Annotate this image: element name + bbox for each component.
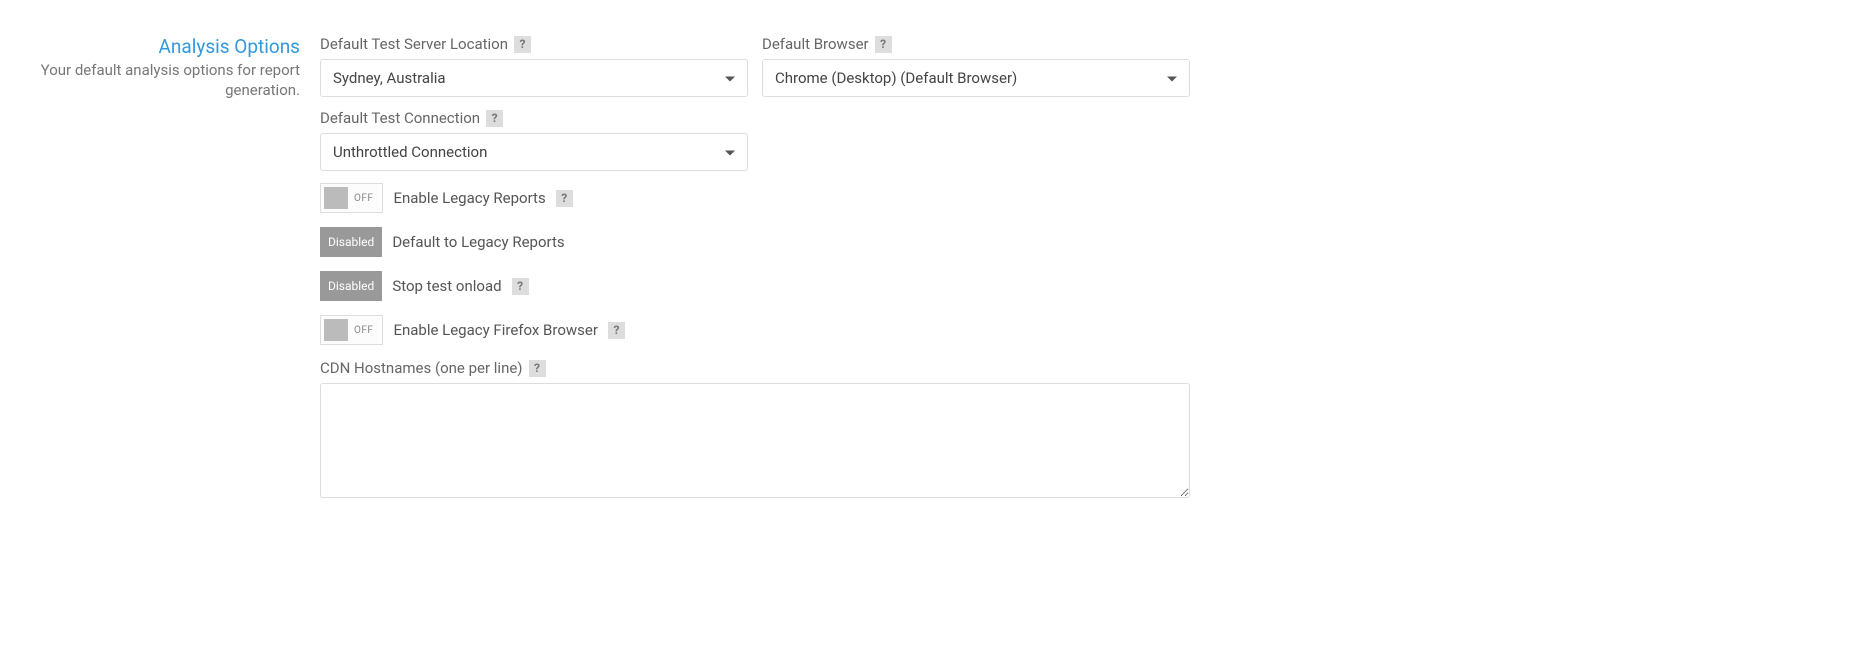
help-icon[interactable]: ? [875,36,892,53]
help-icon[interactable]: ? [486,110,503,127]
cdn-hostnames-label: CDN Hostnames (one per line) [320,359,523,377]
legacy-reports-toggle[interactable]: OFF [320,183,383,213]
connection-select[interactable]: Unthrottled Connection [320,133,748,171]
connection-value: Unthrottled Connection [333,143,487,161]
server-location-label: Default Test Server Location [320,35,508,53]
default-legacy-label: Default to Legacy Reports [392,233,564,251]
toggle-state: Disabled [328,279,374,293]
help-icon[interactable]: ? [512,278,529,295]
server-location-value: Sydney, Australia [333,69,446,87]
toggle-state: OFF [348,325,379,336]
help-icon[interactable]: ? [514,36,531,53]
connection-label: Default Test Connection [320,109,480,127]
legacy-firefox-label: Enable Legacy Firefox Browser [393,321,598,339]
toggle-handle [324,319,348,341]
section-title: Analysis Options [40,35,300,58]
cdn-hostnames-input[interactable] [320,383,1190,498]
help-icon[interactable]: ? [529,360,546,377]
default-legacy-toggle: Disabled [320,227,382,257]
stop-onload-label: Stop test onload [392,277,501,295]
stop-onload-toggle: Disabled [320,271,382,301]
toggle-state: Disabled [328,235,374,249]
section-description: Your default analysis options for report… [40,60,300,101]
help-icon[interactable]: ? [608,322,625,339]
browser-label: Default Browser [762,35,869,53]
toggle-state: OFF [348,193,379,204]
legacy-reports-label: Enable Legacy Reports [393,189,545,207]
help-icon[interactable]: ? [556,190,573,207]
toggle-handle [324,187,348,209]
browser-value: Chrome (Desktop) (Default Browser) [775,69,1017,87]
form-area: Default Test Server Location ? Sydney, A… [320,35,1190,502]
legacy-firefox-toggle[interactable]: OFF [320,315,383,345]
section-sidebar: Analysis Options Your default analysis o… [40,35,300,502]
browser-select[interactable]: Chrome (Desktop) (Default Browser) [762,59,1190,97]
server-location-select[interactable]: Sydney, Australia [320,59,748,97]
